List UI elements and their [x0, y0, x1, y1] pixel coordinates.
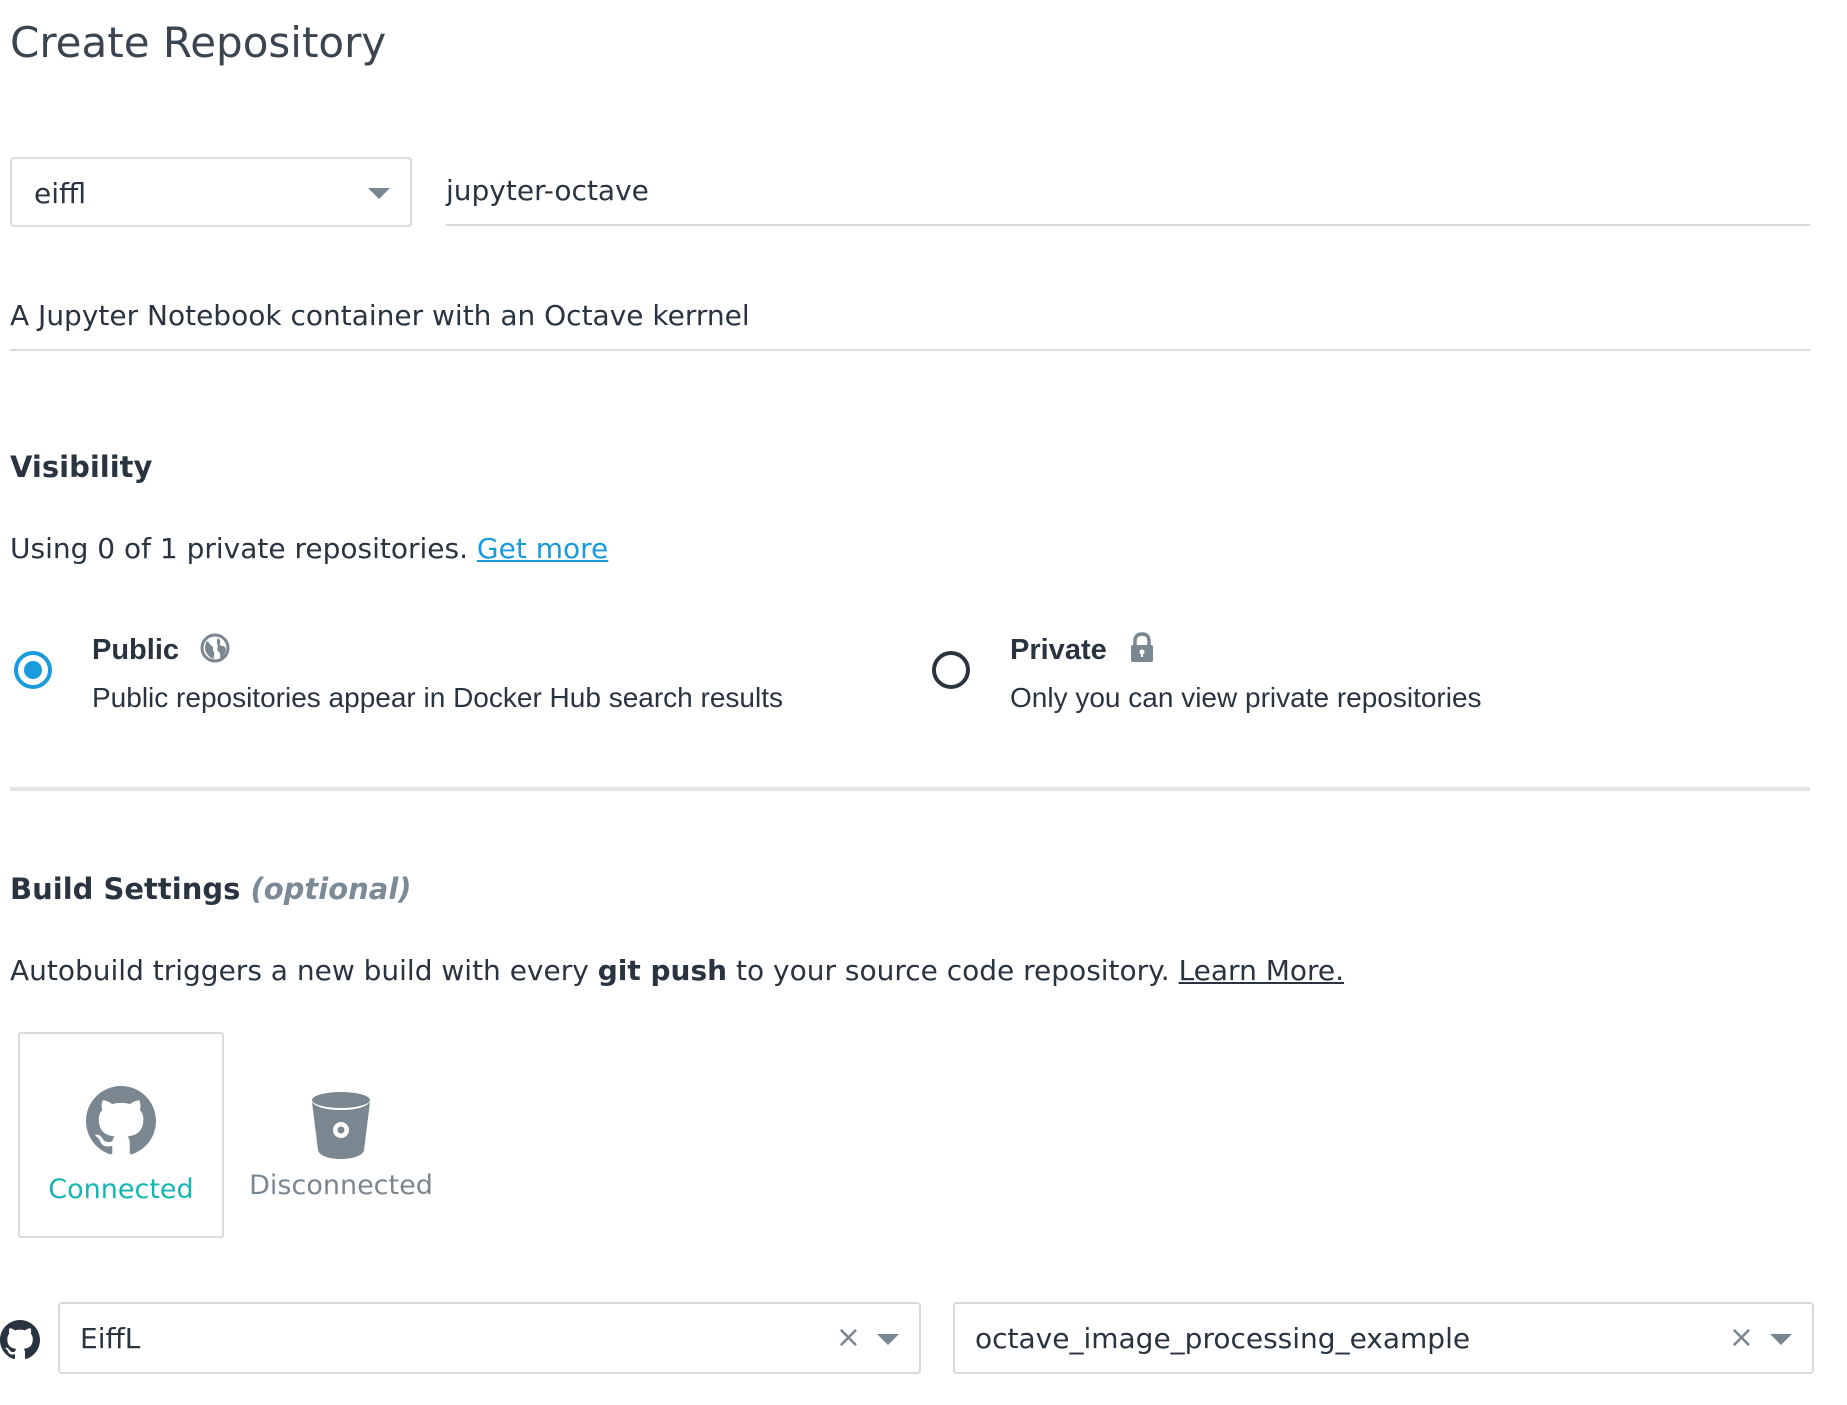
section-divider — [10, 787, 1810, 791]
private-radio[interactable] — [932, 651, 970, 689]
github-status-label: Connected — [48, 1174, 194, 1205]
source-organization-select[interactable]: EiffL × — [58, 1302, 921, 1374]
visibility-heading: Visibility — [10, 450, 153, 484]
page-title: Create Repository — [10, 18, 387, 67]
learn-more-link[interactable]: Learn More. — [1179, 954, 1344, 987]
chevron-down-icon[interactable] — [1770, 1334, 1792, 1345]
globe-icon — [200, 633, 230, 663]
bitbucket-provider-card[interactable]: Disconnected — [246, 1032, 436, 1238]
repository-value: octave_image_processing_example — [975, 1322, 1471, 1355]
source-repository-select[interactable]: octave_image_processing_example × — [953, 1302, 1814, 1374]
namespace-select-value: eiffl — [34, 177, 87, 210]
public-radio[interactable] — [14, 651, 52, 689]
autobuild-text-prefix: Autobuild triggers a new build with ever… — [10, 954, 589, 987]
public-label: Public — [92, 634, 180, 666]
namespace-select[interactable]: eiffl — [10, 157, 412, 227]
github-icon — [86, 1086, 156, 1155]
chevron-down-icon[interactable] — [877, 1334, 899, 1345]
private-option-description: Only you can view private repositories — [1010, 682, 1482, 713]
create-repository-page: Create Repository eiffl jupyter-octave A… — [0, 0, 1847, 1405]
build-settings-heading: Build Settings (optional) — [10, 872, 412, 906]
build-settings-title: Build Settings — [10, 872, 241, 906]
private-label: Private — [1010, 634, 1107, 666]
public-option-description: Public repositories appear in Docker Hub… — [92, 682, 783, 713]
repository-name-input[interactable]: jupyter-octave — [446, 160, 1810, 226]
get-more-link[interactable]: Get more — [477, 532, 608, 565]
public-option-title[interactable]: Public — [92, 632, 231, 667]
clear-icon[interactable]: × — [1729, 1320, 1754, 1355]
clear-icon[interactable]: × — [836, 1320, 861, 1355]
git-push-text: git push — [597, 954, 728, 987]
description-value: A Jupyter Notebook container with an Oct… — [10, 299, 750, 332]
optional-label: (optional) — [250, 872, 412, 906]
repository-name-value: jupyter-octave — [446, 174, 649, 207]
lock-icon — [1130, 632, 1153, 662]
usage-text: Using 0 of 1 private repositories. — [10, 532, 469, 565]
build-settings-description: Autobuild triggers a new build with ever… — [10, 954, 1344, 987]
description-input[interactable]: A Jupyter Notebook container with an Oct… — [10, 285, 1810, 351]
private-option-title[interactable]: Private — [1010, 632, 1155, 667]
visibility-usage: Using 0 of 1 private repositories. Get m… — [10, 532, 608, 565]
autobuild-text-suffix: to your source code repository. — [735, 954, 1170, 987]
bitbucket-status-label: Disconnected — [249, 1170, 433, 1201]
bitbucket-icon — [312, 1092, 370, 1159]
chevron-down-icon — [368, 188, 390, 199]
organization-value: EiffL — [80, 1322, 141, 1355]
github-icon — [0, 1320, 40, 1360]
github-provider-card[interactable]: Connected — [18, 1032, 224, 1238]
